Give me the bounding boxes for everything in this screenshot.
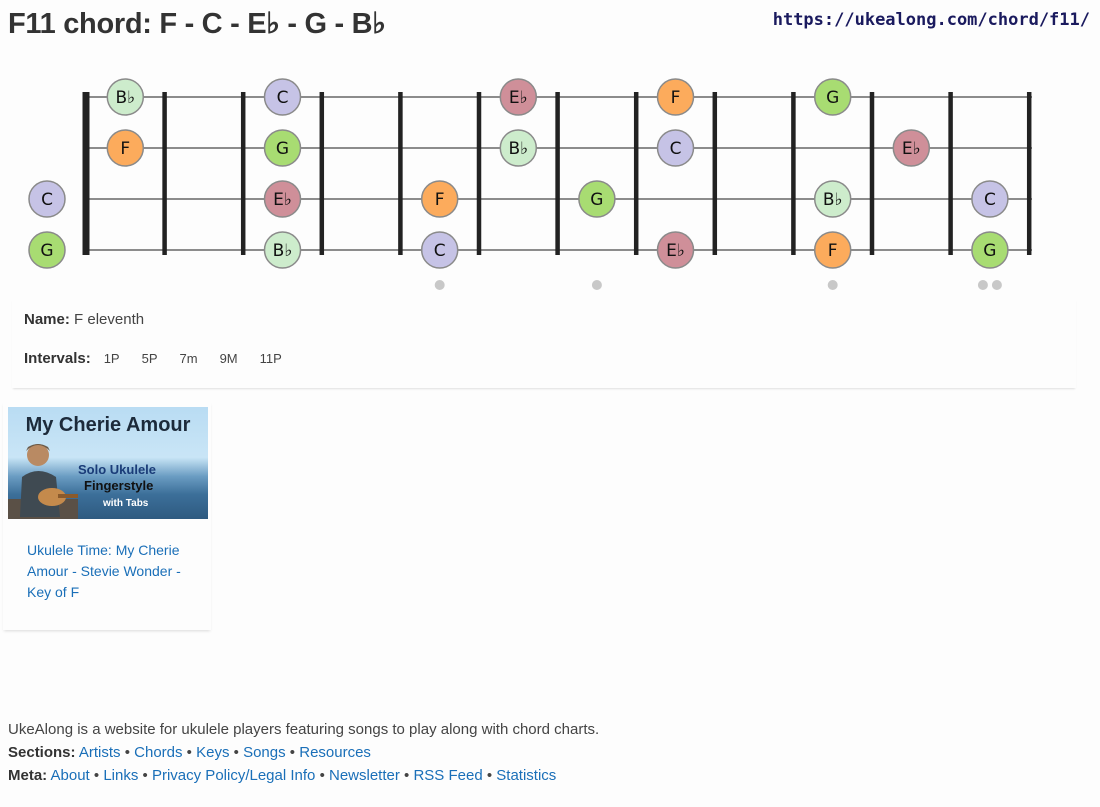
chord-name-label: Name: xyxy=(24,311,70,328)
footer-link-songs[interactable]: Songs xyxy=(243,744,286,761)
page-url: https://ukealong.com/chord/f11/ xyxy=(772,10,1090,30)
page: F11 chord: F - C - E♭ - G - B♭ https://u… xyxy=(0,0,1100,807)
note-label: C xyxy=(984,190,996,210)
note-label: C xyxy=(277,88,289,108)
footer-sections-label: Sections: xyxy=(8,744,76,761)
page-title: F11 chord: F - C - E♭ - G - B♭ xyxy=(8,8,386,40)
thumbnail-title: My Cherie Amour xyxy=(25,414,191,436)
chord-name-row: Name: F eleventh xyxy=(24,311,144,328)
footer-link-about[interactable]: About xyxy=(51,767,90,784)
note-label: E♭ xyxy=(509,88,528,108)
note-label: C xyxy=(41,190,53,210)
thumbnail-subtitle: Fingerstyle xyxy=(84,478,154,493)
footer-sections-row: Sections: Artists • Chords • Keys • Song… xyxy=(8,741,599,764)
note-label: G xyxy=(40,241,53,261)
note-label: E♭ xyxy=(902,139,921,159)
footer-link-statistics[interactable]: Statistics xyxy=(496,767,556,784)
footer-link-newsletter[interactable]: Newsletter xyxy=(329,767,400,784)
note-label: F xyxy=(828,241,838,261)
intervals-label: Intervals: xyxy=(24,350,91,367)
footer-separator: • xyxy=(289,744,296,761)
intervals-row: Intervals: 1P 5P 7m 9M 11P xyxy=(24,350,297,367)
fret-marker-dot xyxy=(591,280,602,290)
note-label: G xyxy=(826,88,839,108)
note-label: C xyxy=(434,241,446,261)
interval-item: 1P xyxy=(103,351,120,366)
fret-marker-dot xyxy=(827,280,838,290)
note-label: E♭ xyxy=(273,190,292,210)
footer-link-resources[interactable]: Resources xyxy=(299,744,371,761)
fret-marker-dot xyxy=(991,280,1002,290)
interval-item: 9M xyxy=(219,351,238,366)
footer-separator: • xyxy=(233,744,239,761)
footer-meta-row: Meta: About • Links • Privacy Policy/Leg… xyxy=(8,764,599,787)
note-label: F xyxy=(120,139,130,159)
note-label: B♭ xyxy=(508,139,528,159)
thumbnail-subtitle: Solo Ukulele xyxy=(78,462,157,477)
note-label: G xyxy=(590,190,603,210)
thumbnail-caption: with Tabs xyxy=(103,498,149,509)
footer-link-artists[interactable]: Artists xyxy=(79,744,121,761)
note-label: B♭ xyxy=(115,88,135,108)
footer-link-keys[interactable]: Keys xyxy=(196,744,229,761)
video-card: My Cherie Amour Solo Ukulele Fingerstyle… xyxy=(3,402,211,630)
video-link[interactable]: Ukulele Time: My Cherie Amour - Stevie W… xyxy=(27,540,197,603)
interval-item: 7m xyxy=(179,351,198,366)
note-label: F xyxy=(671,88,681,108)
footer-separator: • xyxy=(124,744,130,761)
ukulele-player-image xyxy=(8,444,78,519)
interval-item: 11P xyxy=(259,351,282,366)
footer-separator: • xyxy=(404,767,410,784)
note-label: B♭ xyxy=(273,241,293,261)
fret-marker-dot xyxy=(977,280,988,290)
fret-marker-dot xyxy=(434,280,445,290)
footer-link-links[interactable]: Links xyxy=(103,767,138,784)
note-label: G xyxy=(276,139,289,159)
note-label: E♭ xyxy=(666,241,685,261)
footer-link-chords[interactable]: Chords xyxy=(134,744,182,761)
footer-separator: • xyxy=(319,767,325,784)
note-label: B♭ xyxy=(823,190,843,210)
chord-info-panel: Name: F eleventh Intervals: 1P 5P 7m 9M … xyxy=(12,298,1076,388)
site-footer: UkeAlong is a website for ukulele player… xyxy=(8,718,599,787)
footer-tagline: UkeAlong is a website for ukulele player… xyxy=(8,721,600,738)
footer-link-privacy[interactable]: Privacy Policy/Legal Info xyxy=(152,767,315,784)
note-label: G xyxy=(983,241,996,261)
note-label: F xyxy=(435,190,445,210)
footer-meta-label: Meta: xyxy=(8,767,48,784)
footer-separator: • xyxy=(142,767,148,784)
footer-separator: • xyxy=(486,767,493,784)
video-thumbnail[interactable]: My Cherie Amour Solo Ukulele Fingerstyle… xyxy=(8,407,208,519)
footer-link-rss-feed[interactable]: RSS Feed xyxy=(413,767,482,784)
footer-separator: • xyxy=(93,767,100,784)
fretboard-diagram: C G B♭ F C G E♭ B♭ F C E♭ B♭ G F C E♭ G B♭ F E♭ C G xyxy=(28,78,1032,290)
note-label: C xyxy=(670,139,682,159)
interval-item: 5P xyxy=(141,351,158,366)
footer-separator: • xyxy=(186,744,192,761)
chord-name-value: F eleventh xyxy=(74,311,145,328)
